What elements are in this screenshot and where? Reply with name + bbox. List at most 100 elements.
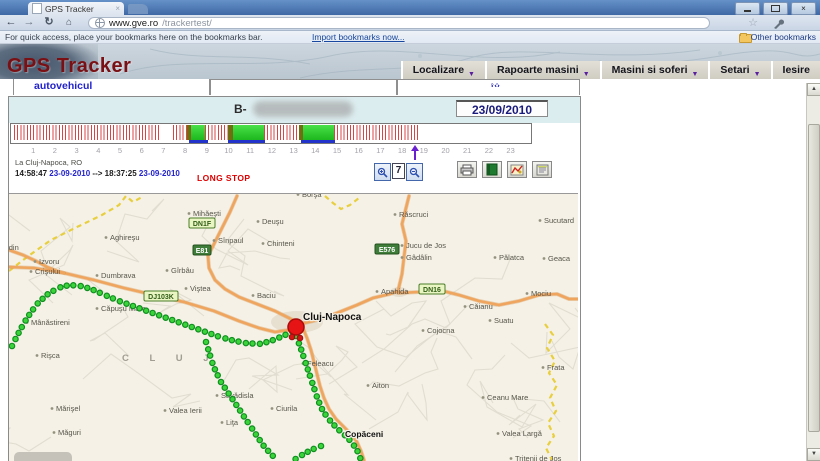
forward-button[interactable]: → [21,16,37,29]
new-tab-button[interactable] [128,4,148,14]
gps-track-dot [243,340,248,345]
window-close-button[interactable]: × [791,2,816,15]
bookmark-star-icon[interactable]: ☆ [748,16,758,29]
gps-track-dot [230,397,235,402]
map-label: Izvoru [39,257,59,266]
scroll-up-button[interactable]: ▲ [807,83,820,96]
map-label: Jucu de Jos [406,241,446,250]
report-book-button[interactable] [482,161,502,178]
village-dot [401,256,404,259]
village-dot [262,242,265,245]
tab-autovehicul[interactable]: autovehicul [13,79,210,95]
hour-label: 18 [393,146,411,155]
window-minimize-button[interactable] [735,2,760,15]
village-dot [185,287,188,290]
village-dot [494,256,497,259]
app-logo: GPS Tracker [7,55,131,78]
zoom-in-button[interactable] [374,163,391,181]
tab-autovehicul-label: autovehicul [34,80,92,92]
gps-track-dot [104,293,109,298]
home-button[interactable]: ⌂ [61,16,77,29]
gps-track-dot [270,338,275,343]
gps-track-dot [97,290,102,295]
timeline-segment-blue [228,140,265,143]
map-label: Huedin [9,243,19,252]
date-field[interactable]: 23/09/2010 [456,100,548,117]
zoom-level-value[interactable]: 7 [392,163,405,179]
village-dot [464,305,467,308]
county-name-label: C L U J [122,353,218,364]
village-dot [482,396,485,399]
tab-third-clipped-label: ĵŷ [491,82,543,87]
bookmarks-hint: For quick access, place your bookmarks h… [5,31,262,44]
village-dot [51,407,54,410]
village-dot [543,257,546,260]
menu-item-rapoarte-masini[interactable]: Rapoarte masini▼ [487,61,600,79]
menu-item-masini-si-soferi[interactable]: Masini si soferi▼ [602,61,709,79]
back-button[interactable]: ← [3,16,19,29]
village-dot [216,394,219,397]
hour-label: 5 [111,146,129,155]
gps-track-dot [210,360,215,365]
scrollbar-thumb[interactable] [808,124,820,432]
map-label: Pălatca [499,253,525,262]
menu-item-setari[interactable]: Setari▼ [710,61,770,79]
gps-track-dot [189,324,194,329]
gps-track-dot [351,443,356,448]
tab-third[interactable]: ĵŷ [397,79,580,95]
list-settings-button[interactable] [532,161,552,178]
site-globe-icon [95,18,105,28]
vehicle-info-band: B- 23/09/2010 [9,97,580,123]
zoom-out-button[interactable] [406,163,423,181]
timeline-ticks-red [334,125,419,140]
gps-track-dot [249,426,254,431]
app-banner: GPS Tracker Localizare▼Rapoarte masini▼M… [0,44,820,79]
gps-track-dot [183,322,188,327]
interval-arrow: --> [92,169,102,178]
hour-label: 14 [306,146,324,155]
gps-track-dot [64,283,69,288]
gps-track-dot [206,347,211,352]
tab-close-icon[interactable]: × [115,4,120,13]
address-bar[interactable]: www.gve.ro/trackertest/ [88,17,710,29]
gps-track-dot [13,336,18,341]
timeline-segment-olive [228,125,233,140]
map-label: Liţa [226,418,239,427]
gps-track-dot [117,299,122,304]
village-dot [539,219,542,222]
road-badge-E81: E81 [193,245,211,255]
timeline-bar[interactable] [10,123,532,144]
vertical-scrollbar[interactable]: ▲ ▼ [806,83,820,461]
menu-item-label: Masini si soferi [612,64,688,76]
village-dot [36,354,39,357]
menu-item-label: Iesire [783,64,810,76]
window-restore-button[interactable] [763,2,788,15]
chart-button[interactable] [507,161,527,178]
gps-track-dot [250,341,255,346]
zoom-controls: 7 [374,163,423,181]
reload-button[interactable]: ↻ [41,16,57,29]
browser-tab[interactable]: GPS Tracker × [28,2,124,15]
scroll-down-button[interactable]: ▼ [807,448,820,461]
gps-track-dot [30,307,35,312]
gps-track-dot [78,283,83,288]
gps-track-dot [314,394,319,399]
hour-label: 21 [458,146,476,155]
url-path: /trackertest/ [162,18,212,29]
other-bookmarks-button[interactable]: Other bookmarks [751,31,816,44]
map-canvas[interactable]: DN1FE81E576DN16DJ103KC L U JMihăeştiDeuş… [9,193,578,461]
gps-track-dot [35,301,40,306]
print-button[interactable] [457,161,477,178]
import-bookmarks-link[interactable]: Import bookmarks now... [312,31,405,44]
menu-item-localizare[interactable]: Localizare▼ [403,61,485,79]
map-label: Măguri [58,428,81,437]
menu-item-iesire[interactable]: Iesire [773,61,820,79]
village-dot [252,294,255,297]
gps-track-dot [212,367,217,372]
vehicle-marker[interactable] [288,319,304,335]
hour-label: 11 [241,146,259,155]
hour-label: 22 [480,146,498,155]
map-label: Deuşu [262,217,284,226]
tab-second[interactable] [210,79,397,95]
url-host: www.gve.ro [109,18,158,29]
